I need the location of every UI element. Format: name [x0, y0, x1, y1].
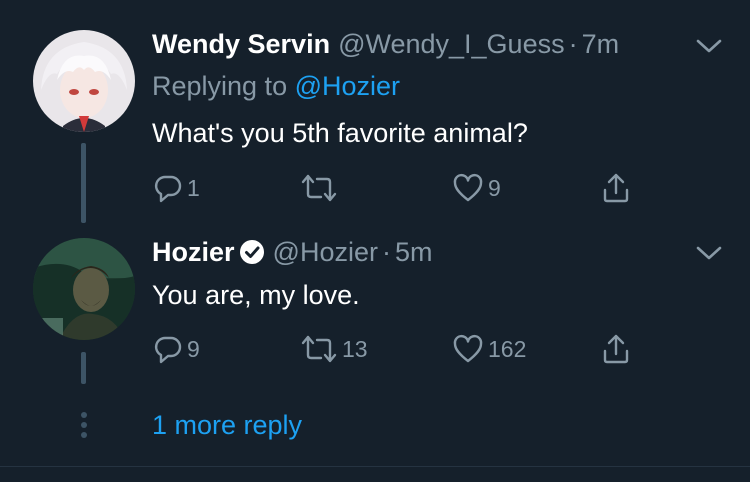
avatar[interactable]	[33, 30, 135, 132]
tweet-text: You are, my love.	[152, 280, 360, 310]
tweet-text: What's you 5th favorite animal?	[152, 118, 528, 148]
like-icon	[452, 173, 484, 203]
reply-button[interactable]: 9	[153, 333, 200, 365]
like-count: 9	[488, 174, 501, 201]
share-icon	[601, 333, 631, 365]
verified-badge-icon	[239, 239, 265, 265]
divider	[0, 466, 750, 467]
separator: ·	[568, 29, 578, 59]
thread-line	[81, 352, 86, 384]
user-handle[interactable]: @Hozier	[273, 237, 378, 267]
like-count: 162	[488, 335, 527, 362]
retweet-count: 13	[342, 335, 368, 362]
retweet-icon	[300, 173, 338, 203]
like-icon	[452, 334, 484, 364]
display-name[interactable]: Wendy Servin	[152, 29, 330, 59]
chevron-down-icon[interactable]	[694, 36, 724, 56]
user-handle[interactable]: @Wendy_I_Guess	[338, 29, 565, 59]
thread-line	[81, 143, 86, 223]
replying-prefix: Replying to	[152, 71, 288, 101]
timestamp[interactable]: 7m	[582, 29, 620, 59]
replying-to: Replying to @Hozier	[152, 70, 400, 102]
separator: ·	[381, 237, 391, 267]
tweet-header: Wendy Servin @Wendy_I_Guess · 7m	[152, 27, 619, 61]
chevron-down-icon[interactable]	[694, 243, 724, 263]
like-button[interactable]: 162	[452, 333, 526, 365]
like-button[interactable]: 9	[452, 172, 501, 204]
reply-icon	[153, 334, 183, 364]
retweet-icon	[300, 334, 338, 364]
reply-count: 9	[187, 335, 200, 362]
tweet-thread: Wendy Servin @Wendy_I_Guess · 7m Replying t…	[0, 0, 750, 482]
share-button[interactable]	[601, 333, 631, 365]
more-replies-link[interactable]: 1 more reply	[152, 408, 302, 442]
reply-icon	[153, 173, 183, 203]
avatar[interactable]	[33, 238, 135, 340]
tweet-header: Hozier @Hozier · 5m	[152, 235, 432, 269]
reply-button[interactable]: 1	[153, 172, 200, 204]
thread-dots	[79, 412, 88, 442]
share-icon	[601, 172, 631, 204]
share-button[interactable]	[601, 172, 631, 204]
display-name[interactable]: Hozier	[152, 237, 235, 267]
retweet-button[interactable]	[300, 172, 342, 204]
reply-count: 1	[187, 174, 200, 201]
retweet-button[interactable]: 13	[300, 333, 368, 365]
mention-link[interactable]: @Hozier	[295, 71, 400, 101]
timestamp[interactable]: 5m	[395, 237, 433, 267]
